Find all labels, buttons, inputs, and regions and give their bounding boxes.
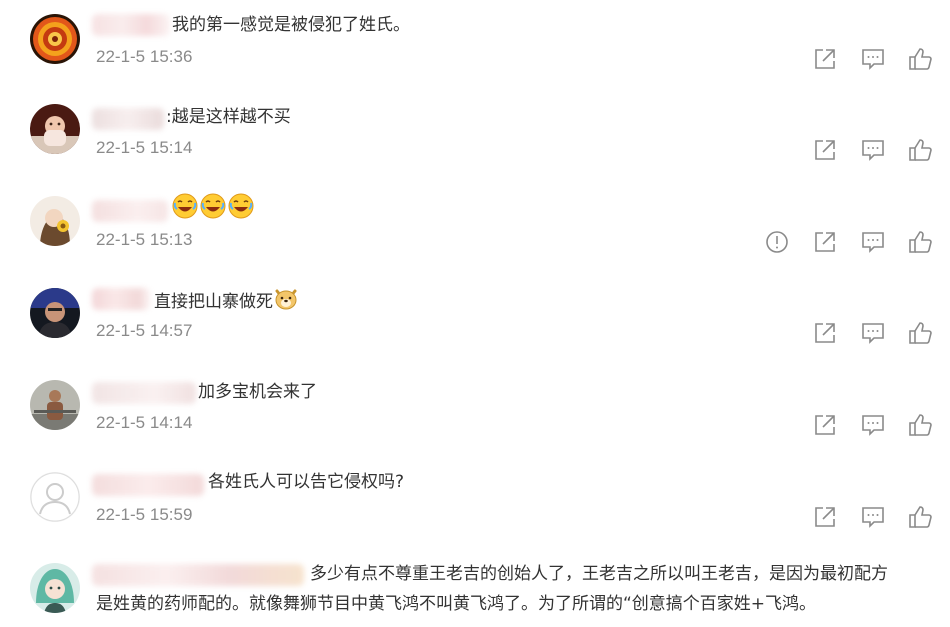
- avatar[interactable]: [30, 104, 80, 154]
- comment-time: 22-1-5 14:57: [96, 321, 193, 340]
- share-icon[interactable]: [812, 137, 838, 163]
- avatar[interactable]: [30, 563, 80, 613]
- comment-text: 直接把山寨做死: [154, 285, 301, 321]
- laugh-cry-emoji: [228, 193, 254, 229]
- laugh-cry-emoji: [200, 193, 226, 229]
- comment-text: 我的第一感觉是被侵犯了姓氏。: [172, 15, 410, 35]
- avatar[interactable]: [30, 196, 80, 246]
- thumbs-up-icon[interactable]: [907, 46, 933, 72]
- username-blurred[interactable]: [92, 474, 204, 496]
- comment-text: [172, 193, 256, 229]
- comment-time: 22-1-5 15:36: [96, 47, 193, 66]
- thumbs-up-icon[interactable]: [907, 504, 933, 530]
- avatar[interactable]: [30, 472, 80, 522]
- thumbs-up-icon[interactable]: [907, 137, 933, 163]
- share-icon[interactable]: [812, 46, 838, 72]
- avatar[interactable]: [30, 14, 80, 64]
- comment-icon[interactable]: [860, 504, 886, 530]
- comment-text: 多少有点不尊重王老吉的创始人了，王老吉之所以叫王老吉，是因为最初配方 是姓黄的药…: [96, 559, 936, 619]
- avatar[interactable]: [30, 288, 80, 338]
- share-icon[interactable]: [812, 229, 838, 255]
- report-icon[interactable]: [764, 229, 790, 255]
- thumbs-up-icon[interactable]: [907, 412, 933, 438]
- comment-text-line: 多少有点不尊重王老吉的创始人了，王老吉之所以叫王老吉，是因为最初配方: [310, 564, 888, 584]
- username-blurred[interactable]: [92, 382, 196, 404]
- comment-icon[interactable]: [860, 137, 886, 163]
- comment-time: 22-1-5 14:14: [96, 413, 193, 432]
- doge-emoji: [273, 285, 299, 321]
- comment-icon[interactable]: [860, 46, 886, 72]
- comment-text-line: 是姓黄的药师配的。就像舞狮节目中黄飞鸿不叫黄飞鸿了。为了所谓的“创意搞个百家姓+…: [96, 594, 817, 614]
- comment-text: :越是这样越不买: [166, 107, 291, 127]
- comment-text: 加多宝机会来了: [198, 382, 317, 402]
- share-icon[interactable]: [812, 412, 838, 438]
- username-blurred[interactable]: [92, 200, 168, 222]
- username-blurred[interactable]: [92, 108, 164, 130]
- comment-icon[interactable]: [860, 229, 886, 255]
- comment-time: 22-1-5 15:14: [96, 138, 193, 157]
- avatar[interactable]: [30, 380, 80, 430]
- share-icon[interactable]: [812, 504, 838, 530]
- comment-text: 各姓氏人可以告它侵权吗?: [208, 472, 405, 492]
- thumbs-up-icon[interactable]: [907, 229, 933, 255]
- thumbs-up-icon[interactable]: [907, 320, 933, 346]
- username-blurred[interactable]: [92, 14, 170, 36]
- comment-time: 22-1-5 15:13: [96, 230, 193, 249]
- comment-icon[interactable]: [860, 320, 886, 346]
- comment-time: 22-1-5 15:59: [96, 505, 193, 524]
- comment-icon[interactable]: [860, 412, 886, 438]
- laugh-cry-emoji: [172, 193, 198, 229]
- share-icon[interactable]: [812, 320, 838, 346]
- username-blurred[interactable]: [92, 288, 150, 310]
